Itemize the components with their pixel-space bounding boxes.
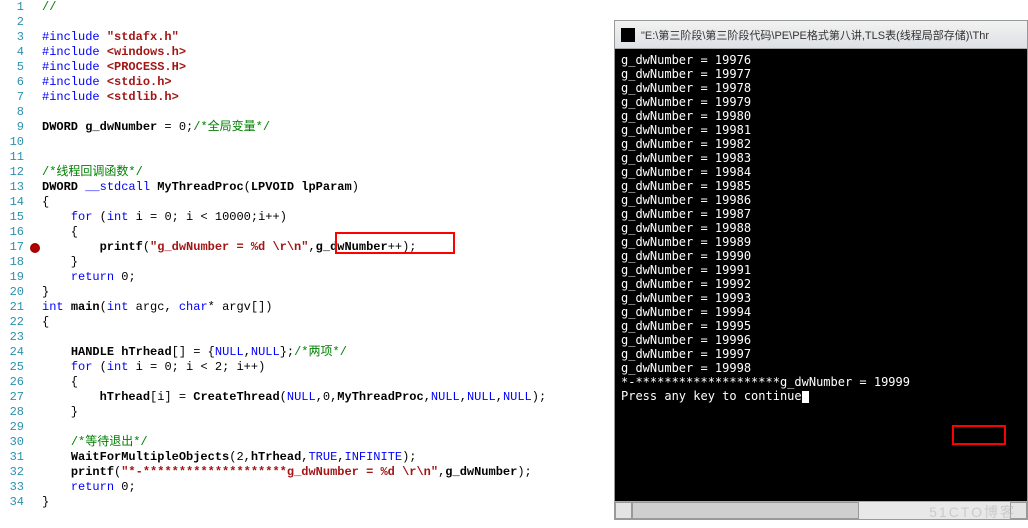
console-window: "E:\第三阶段\第三阶段代码\PE\PE格式第八讲,TLS表(线程局部存储)\… (614, 20, 1028, 520)
watermark-text: 51CTO博客 (929, 502, 1016, 522)
console-icon (621, 28, 635, 42)
scroll-left-button[interactable] (615, 502, 632, 519)
line-number-gutter: 1234567891011121314151617181920212223242… (0, 0, 30, 528)
code-editor[interactable]: 1234567891011121314151617181920212223242… (0, 0, 610, 528)
breakpoint-column[interactable] (30, 0, 42, 528)
highlight-box-code (335, 232, 455, 254)
console-title: "E:\第三阶段\第三阶段代码\PE\PE格式第八讲,TLS表(线程局部存储)\… (641, 27, 1021, 43)
breakpoint-marker[interactable] (30, 243, 40, 253)
highlight-box-console (952, 425, 1006, 445)
code-area[interactable]: // #include "stdafx.h"#include <windows.… (42, 0, 610, 528)
console-titlebar[interactable]: "E:\第三阶段\第三阶段代码\PE\PE格式第八讲,TLS表(线程局部存储)\… (615, 21, 1027, 49)
scroll-thumb[interactable] (632, 502, 859, 519)
